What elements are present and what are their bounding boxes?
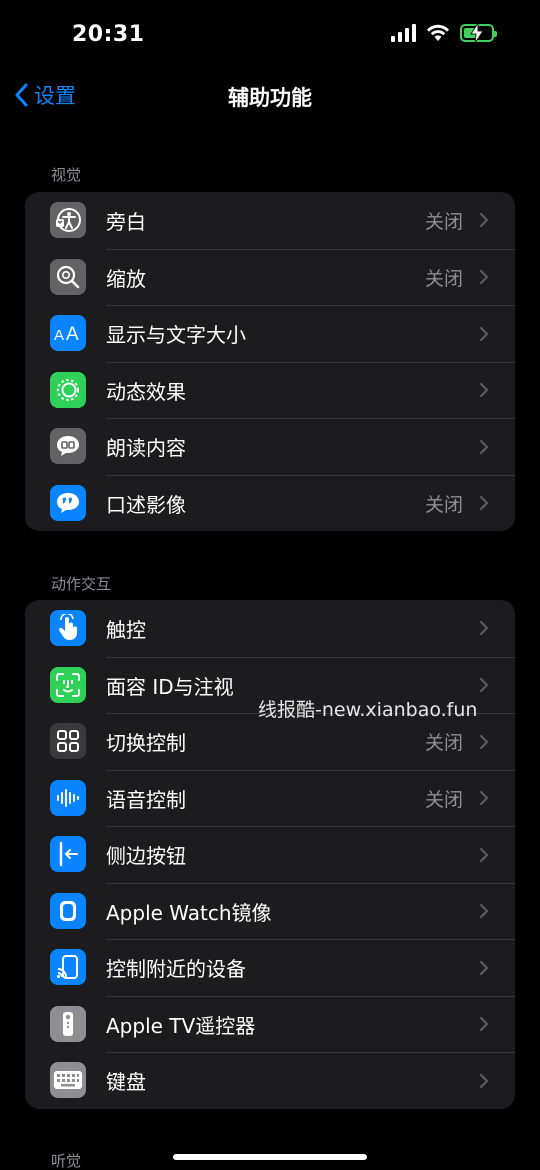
- touch-icon: [50, 610, 86, 646]
- switch-control-icon: [50, 723, 86, 759]
- voiceover-icon: [50, 202, 86, 238]
- chevron-right-icon: [479, 904, 489, 919]
- row-label: 控制附近的设备: [106, 957, 246, 982]
- row-display-text-size[interactable]: AA 显示与文字大小: [25, 305, 515, 362]
- chevron-right-icon: [479, 270, 489, 285]
- section-header-hearing: 听觉: [51, 1152, 82, 1170]
- row-spoken-content[interactable]: 朗读内容: [25, 418, 515, 475]
- row-label: 语音控制: [106, 787, 186, 812]
- navigation-bar: 设置 辅助功能: [0, 70, 540, 122]
- section-header-vision: 视觉: [51, 166, 82, 184]
- wifi-icon: [427, 24, 449, 41]
- row-voice-control[interactable]: 语音控制 关闭: [25, 769, 515, 827]
- row-label: 键盘: [106, 1070, 146, 1095]
- chevron-right-icon: [479, 326, 489, 341]
- cellular-signal-icon: [391, 24, 416, 42]
- row-side-button[interactable]: 侧边按钮: [25, 826, 515, 883]
- screen: 20:31 设置 辅助功能 视觉 旁白 关闭 缩放 关闭 A A 显示与文字大小…: [0, 0, 540, 1170]
- zoom-icon: [50, 258, 86, 295]
- page-title: 辅助功能: [228, 86, 312, 110]
- chevron-right-icon: [479, 439, 489, 454]
- row-label: Apple TV遥控器: [106, 1013, 256, 1038]
- chevron-right-icon: [479, 1073, 489, 1088]
- spoken-content-icon: [50, 428, 86, 464]
- watermark-text: 线报酷-new.xianbao.fun: [258, 699, 478, 721]
- row-label: 触控: [106, 617, 146, 642]
- chevron-right-icon: [479, 213, 489, 228]
- row-label: 朗读内容: [106, 436, 186, 461]
- charging-bolt-icon: [470, 23, 484, 43]
- row-value: 关闭: [424, 267, 463, 290]
- chevron-right-icon: [479, 678, 489, 693]
- chevron-right-icon: [479, 383, 489, 398]
- row-keyboards[interactable]: 键盘: [25, 1052, 515, 1109]
- motion-icon: [50, 371, 86, 408]
- tv-remote-icon: [50, 1005, 86, 1042]
- row-label: Apple Watch镜像: [106, 900, 272, 925]
- audio-description-icon: [50, 484, 86, 521]
- row-apple-tv-remote[interactable]: Apple TV遥控器: [25, 995, 515, 1053]
- home-indicator[interactable]: [173, 1154, 367, 1160]
- section-header-physical-motor: 动作交互: [51, 575, 112, 593]
- row-touch[interactable]: 触控: [25, 600, 515, 657]
- row-label: 切换控制: [106, 731, 186, 756]
- row-zoom[interactable]: 缩放 关闭: [25, 248, 515, 306]
- face-id-icon: [50, 666, 86, 703]
- battery-icon: [460, 23, 497, 43]
- row-apple-watch-mirroring[interactable]: Apple Watch镜像: [25, 882, 515, 940]
- svg-text:A: A: [66, 324, 79, 345]
- row-label: 缩放: [106, 266, 146, 291]
- chevron-right-icon: [479, 960, 489, 975]
- row-audio-descriptions[interactable]: 口述影像 关闭: [25, 474, 515, 532]
- chevron-right-icon: [479, 496, 489, 511]
- status-bar: 20:31: [0, 0, 540, 70]
- row-label: 口述影像: [106, 492, 186, 517]
- group-physical-motor: 触控 面容 ID与注视 切换控制 关闭 语音控制 关闭 侧边按钮 Apple W…: [25, 600, 515, 1109]
- text-size-icon: AA: [50, 315, 86, 351]
- row-value: 关闭: [424, 210, 463, 233]
- status-time: 20:31: [72, 22, 145, 47]
- row-value: 关闭: [424, 493, 463, 516]
- row-motion[interactable]: 动态效果: [25, 361, 515, 419]
- nearby-devices-icon: [50, 949, 86, 985]
- row-label: 显示与文字大小: [106, 323, 246, 348]
- chevron-right-icon: [479, 847, 489, 862]
- keyboard-icon: [50, 1062, 86, 1098]
- row-control-nearby-devices[interactable]: 控制附近的设备: [25, 939, 515, 996]
- chevron-right-icon: [479, 734, 489, 749]
- voice-control-icon: [50, 779, 86, 816]
- status-icons: [391, 23, 497, 43]
- chevron-right-icon: [479, 1017, 489, 1032]
- group-vision: 旁白 关闭 缩放 关闭 AA 显示与文字大小 动态效果 朗读内容 口述影像 关闭: [25, 192, 515, 531]
- row-value: 关闭: [424, 788, 463, 811]
- chevron-right-icon: [479, 621, 489, 636]
- row-voiceover[interactable]: 旁白 关闭: [25, 192, 515, 249]
- row-value: 关闭: [424, 732, 463, 755]
- chevron-right-icon: [479, 791, 489, 806]
- row-label: 动态效果: [106, 379, 186, 404]
- row-label: 旁白: [106, 209, 146, 234]
- svg-text:A: A: [54, 327, 64, 344]
- row-label: 侧边按钮: [106, 844, 186, 869]
- watch-mirroring-icon: [50, 892, 86, 929]
- side-button-icon: [50, 836, 86, 872]
